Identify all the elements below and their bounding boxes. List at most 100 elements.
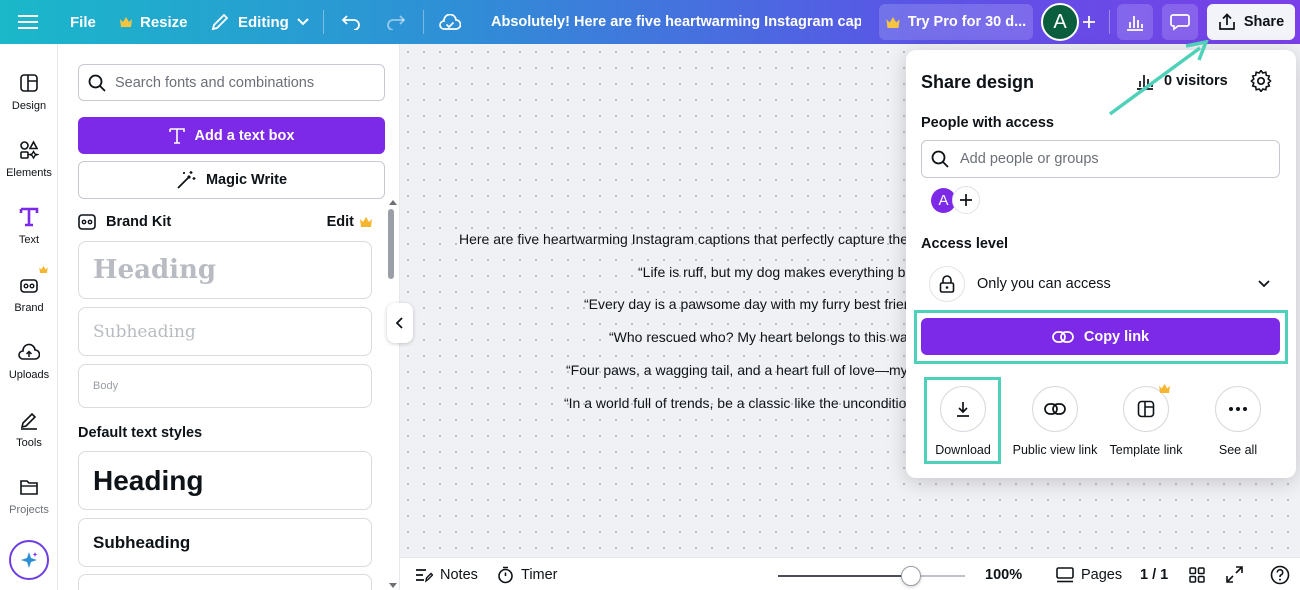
- chevron-down-icon: [1258, 280, 1270, 288]
- search-icon: [931, 150, 949, 168]
- timer-icon: [498, 566, 513, 583]
- people-with-access-label: People with access: [921, 115, 1054, 131]
- canvas-text-line[interactable]: “Life is ruff, but my dog makes everythi…: [638, 264, 913, 280]
- link-icon: [1032, 386, 1078, 432]
- text-icon: [16, 204, 42, 230]
- comments-button[interactable]: [1162, 4, 1198, 40]
- grid-view-button[interactable]: [1189, 558, 1205, 590]
- text-panel: Add a text box Magic Write Brand Kit Edi…: [58, 44, 400, 590]
- crown-icon: [360, 217, 372, 227]
- crown-icon: [120, 17, 132, 27]
- chevron-down-icon: [297, 18, 309, 26]
- undo-icon: [341, 15, 360, 30]
- default-body-style[interactable]: [78, 574, 372, 590]
- fullscreen-button[interactable]: [1226, 558, 1243, 590]
- canvas-text-line[interactable]: “Who rescued who? My heart belongs to th…: [609, 329, 916, 345]
- scroll-up-arrow[interactable]: [389, 200, 397, 205]
- font-search[interactable]: [78, 64, 385, 101]
- expand-icon: [1226, 566, 1243, 583]
- timer-button[interactable]: Timer: [497, 558, 558, 590]
- canvas-text-line[interactable]: “Four paws, a wagging tail, and a heart …: [566, 362, 919, 378]
- add-collaborator-button[interactable]: [1081, 0, 1097, 44]
- rail-item-uploads[interactable]: Uploads: [0, 339, 58, 381]
- template-link-option[interactable]: Template link: [1101, 384, 1191, 457]
- search-input[interactable]: [115, 74, 375, 91]
- zoom-slider-knob[interactable]: [901, 566, 921, 586]
- add-people-input[interactable]: [960, 151, 1260, 167]
- add-text-box-button[interactable]: Add a text box: [78, 117, 385, 154]
- gear-icon: [1250, 69, 1272, 93]
- uploads-icon: [16, 339, 42, 365]
- pages-button[interactable]: Pages: [1056, 558, 1122, 590]
- menu-icon[interactable]: [18, 0, 38, 44]
- zoom-level[interactable]: 100%: [985, 558, 1022, 590]
- panel-scrollbar[interactable]: [388, 209, 394, 279]
- notes-button[interactable]: Notes: [415, 558, 478, 590]
- insights-button[interactable]: [1117, 4, 1153, 40]
- divider: [323, 10, 324, 34]
- template-icon: [1123, 384, 1170, 432]
- add-collaborator-button[interactable]: [952, 186, 980, 214]
- canvas-text-line[interactable]: “In a world full of trends, be a classic…: [564, 395, 914, 411]
- design-icon: [16, 70, 42, 96]
- brand-body-style[interactable]: Body: [78, 364, 372, 408]
- crown-icon: [1159, 384, 1170, 393]
- see-all-option[interactable]: See all: [1193, 386, 1283, 457]
- rail-item-text[interactable]: Text: [0, 204, 58, 246]
- canvas-text-line[interactable]: Here are five heartwarming Instagram cap…: [459, 231, 915, 247]
- editing-dropdown[interactable]: Editing: [210, 0, 309, 44]
- scroll-down-arrow[interactable]: [389, 583, 397, 588]
- add-people-field[interactable]: [921, 140, 1280, 178]
- brand-icon: [16, 266, 48, 298]
- lock-icon: [929, 266, 965, 302]
- page-counter: 1 / 1: [1140, 566, 1169, 583]
- cloud-check-icon: [439, 14, 461, 30]
- pencil-icon: [211, 13, 229, 31]
- projects-icon: [16, 474, 42, 500]
- redo-icon: [387, 15, 406, 30]
- link-icon: [1052, 330, 1074, 343]
- pages-icon: [1056, 566, 1074, 582]
- access-level-dropdown[interactable]: Only you can access: [921, 260, 1280, 308]
- try-pro-button[interactable]: Try Pro for 30 d...: [879, 4, 1033, 40]
- resize-button[interactable]: Resize: [120, 0, 188, 44]
- access-level-label: Access level: [921, 236, 1009, 252]
- plus-icon: [960, 194, 972, 206]
- help-button[interactable]: [1270, 558, 1290, 590]
- download-highlight: [924, 377, 1001, 464]
- public-view-link-option[interactable]: Public view link: [1010, 386, 1100, 457]
- document-title[interactable]: Absolutely! Here are five heartwarming I…: [491, 0, 861, 44]
- file-menu[interactable]: File: [70, 0, 96, 44]
- sparkle-icon: [21, 552, 38, 568]
- magic-write-button[interactable]: Magic Write: [78, 161, 385, 199]
- undo-button[interactable]: [341, 0, 361, 44]
- brand-heading-style[interactable]: Heading: [78, 241, 372, 299]
- zoom-slider[interactable]: [778, 566, 965, 586]
- cloud-save-button[interactable]: [439, 0, 461, 44]
- brand-kit-header: Brand Kit Edit: [78, 210, 372, 234]
- divider: [1109, 10, 1110, 34]
- canvas-text-line[interactable]: “Every day is a pawsome day with my furr…: [584, 296, 912, 312]
- share-upload-icon: [1218, 13, 1235, 30]
- brand-kit-edit-link[interactable]: Edit: [327, 214, 372, 230]
- collapse-panel-button[interactable]: [387, 303, 413, 343]
- rail-item-tools[interactable]: Tools: [0, 407, 58, 449]
- default-text-styles-title: Default text styles: [78, 425, 203, 441]
- rail-item-elements[interactable]: Elements: [0, 137, 58, 179]
- share-settings-button[interactable]: [1250, 69, 1272, 97]
- rail-item-design[interactable]: Design: [0, 70, 58, 112]
- redo-button[interactable]: [386, 0, 406, 44]
- annotation-arrow: [1108, 40, 1209, 116]
- magic-assistant-button[interactable]: [9, 540, 49, 580]
- copy-link-button[interactable]: Copy link: [921, 318, 1280, 355]
- brand-subheading-style[interactable]: Subheading: [78, 307, 372, 356]
- default-subheading-style[interactable]: Subheading: [78, 518, 372, 567]
- rail-item-brand[interactable]: Brand: [0, 266, 58, 314]
- rail-item-projects[interactable]: Projects: [0, 474, 58, 516]
- user-avatar[interactable]: A: [1041, 3, 1079, 41]
- default-heading-style[interactable]: Heading: [78, 451, 372, 510]
- chevron-left-icon: [396, 317, 403, 329]
- search-icon: [88, 74, 106, 92]
- share-button[interactable]: Share: [1207, 4, 1295, 40]
- notes-icon: [416, 568, 433, 583]
